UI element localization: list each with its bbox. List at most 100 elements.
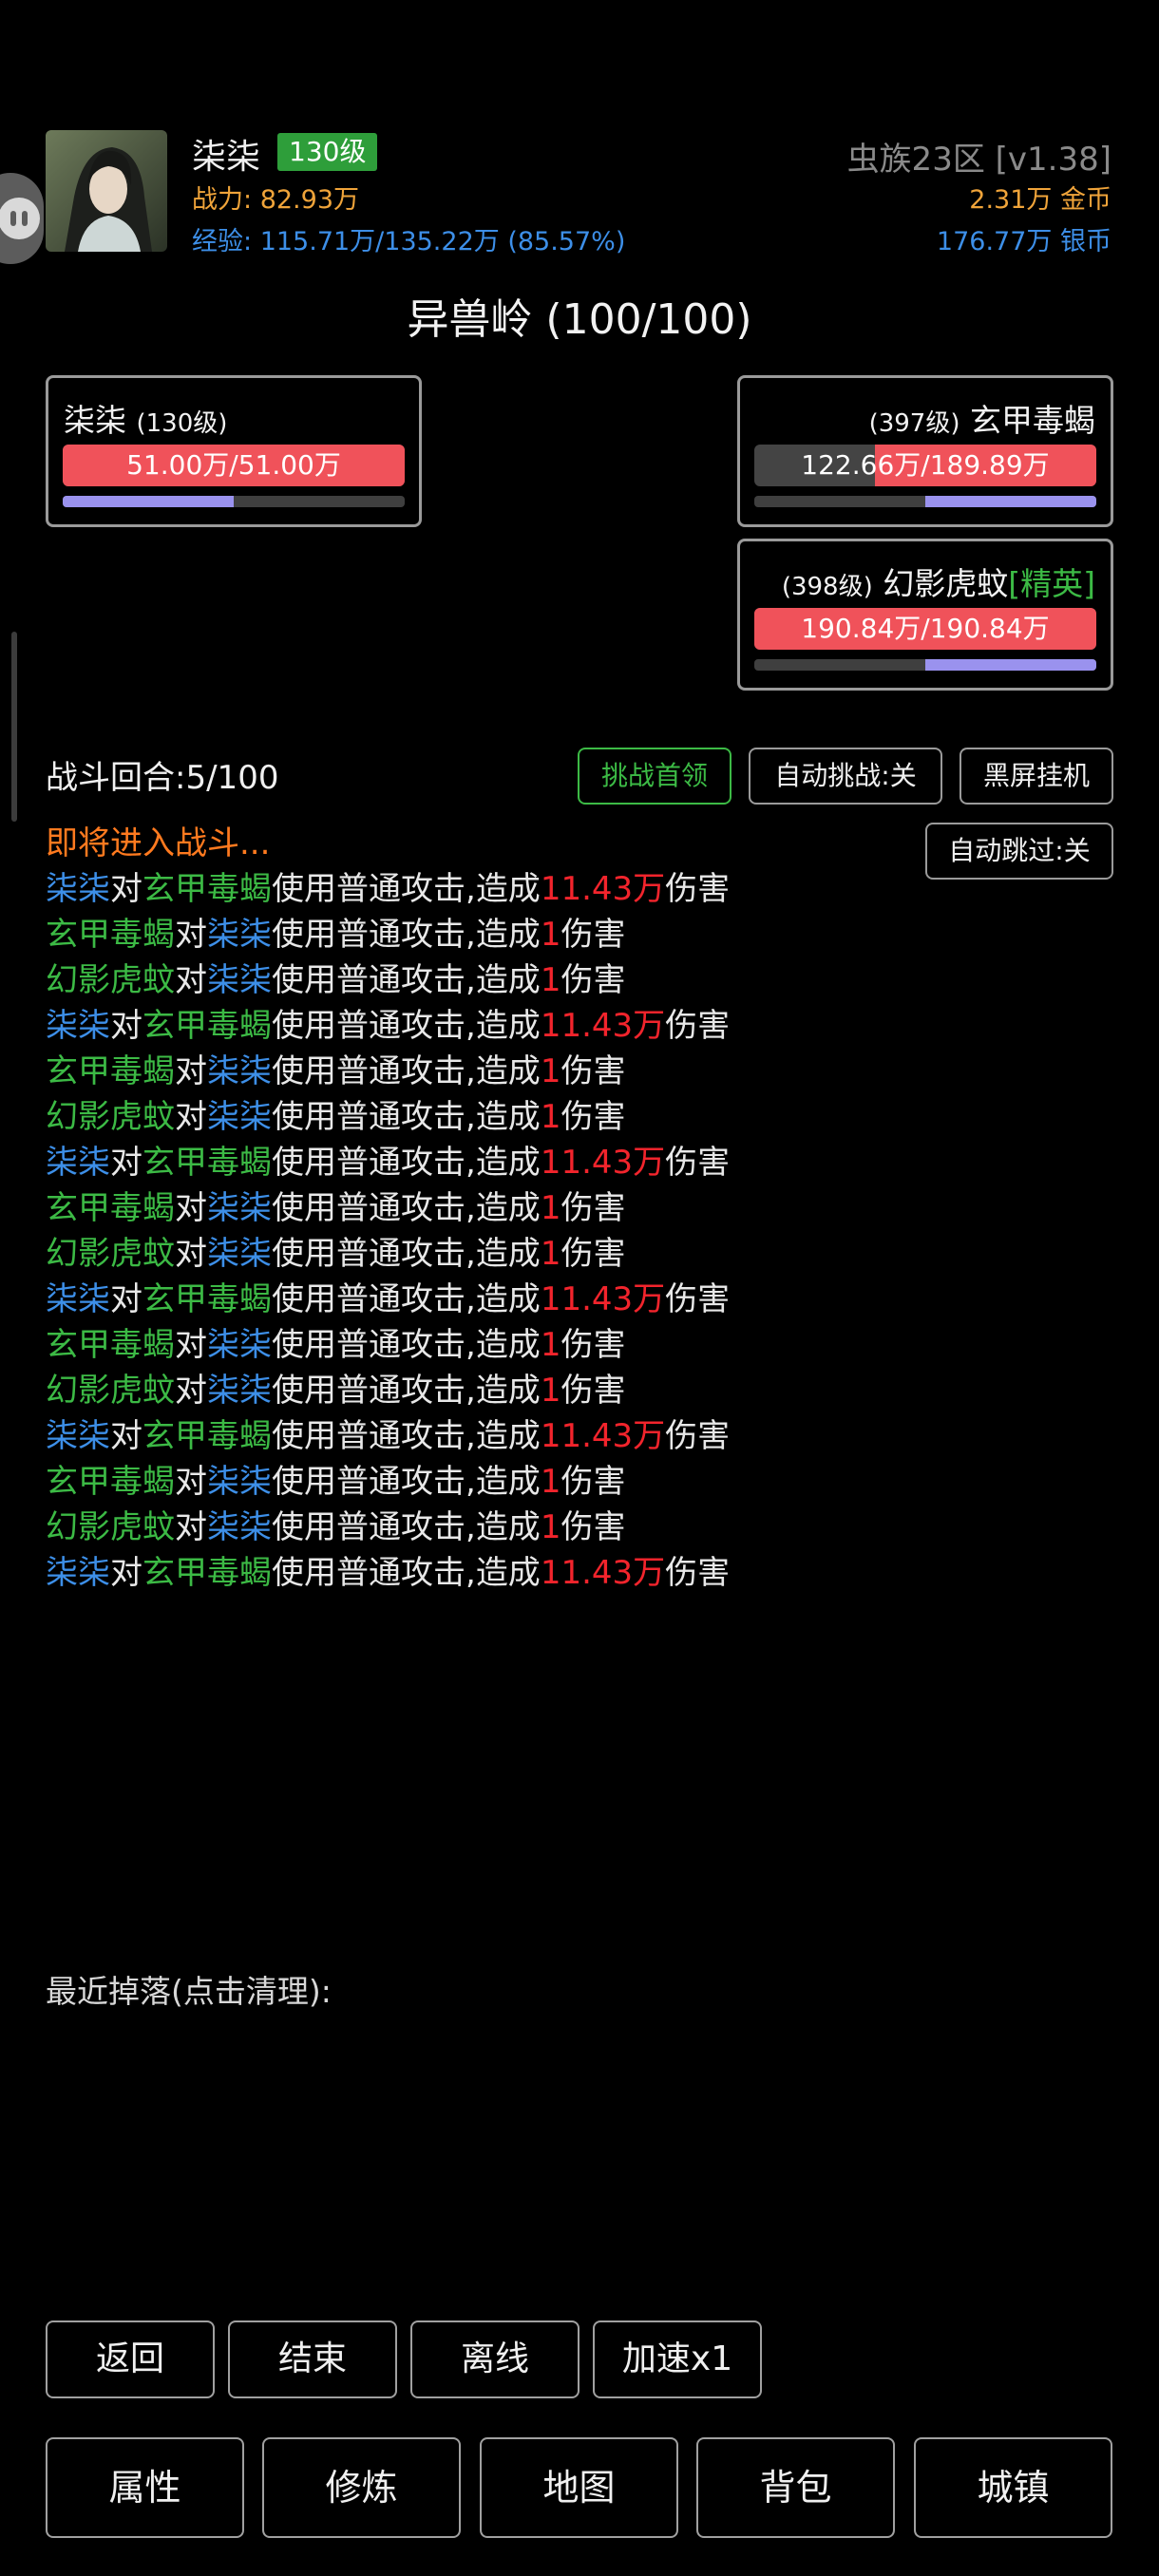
speed-button[interactable]: 加速x1 [593, 2320, 762, 2398]
attacker-name: 幻影虎蚊 [46, 961, 175, 999]
nav-bag-button[interactable]: 背包 [696, 2437, 895, 2538]
log-damage-text: 伤害 [560, 1326, 626, 1364]
player-unit-card[interactable]: 柒柒 (130级) 51.00万/51.00万 [46, 375, 422, 527]
attacker-name: 玄甲毒蝎 [46, 1189, 175, 1227]
target-name: 柒柒 [207, 1235, 272, 1273]
log-entry: 幻影虎蚊对柒柒使用普通攻击,造成1伤害 [46, 1505, 730, 1550]
log-damage-text: 伤害 [665, 1554, 731, 1592]
damage-value: 1 [540, 1098, 561, 1136]
log-damage-text: 伤害 [560, 1372, 626, 1410]
nav-town-button[interactable]: 城镇 [914, 2437, 1112, 2538]
log-deal-text: 造成 [475, 1144, 541, 1182]
log-to-text: 对 [175, 916, 207, 954]
attacker-name: 柒柒 [46, 1007, 110, 1045]
log-damage-text: 伤害 [560, 1463, 626, 1501]
log-entry: 玄甲毒蝎对柒柒使用普通攻击,造成1伤害 [46, 1049, 730, 1094]
enemy-2-name-text: 幻影虎蚊 [883, 565, 1009, 602]
log-action-text: 使用普通攻击, [272, 1463, 476, 1501]
battle-round: 战斗回合:5/100 [46, 751, 278, 798]
log-action-text: 使用普通攻击, [272, 1235, 476, 1273]
log-action-text: 使用普通攻击, [272, 1007, 476, 1045]
challenge-boss-button[interactable]: 挑战首领 [578, 748, 732, 805]
log-to-text: 对 [110, 1280, 142, 1318]
map-title: 异兽岭 (100/100) [407, 295, 752, 344]
log-action-text: 使用普通攻击, [272, 1189, 476, 1227]
floating-menu-handle[interactable] [0, 173, 44, 264]
enemy-unit-card-2[interactable]: (398级) 幻影虎蚊[精英] 190.84万/190.84万 [737, 539, 1113, 691]
log-to-text: 对 [110, 1554, 142, 1592]
log-action-text: 使用普通攻击, [272, 961, 476, 999]
log-action-text: 使用普通攻击, [272, 1144, 476, 1182]
auto-challenge-toggle[interactable]: 自动挑战:关 [749, 748, 942, 805]
scroll-indicator[interactable] [11, 632, 17, 822]
log-damage-text: 伤害 [560, 1098, 626, 1136]
log-deal-text: 造成 [475, 1508, 541, 1546]
experience: 经验: 115.71万/135.22万 (85.57%) [192, 220, 625, 257]
damage-value: 11.43万 [540, 1417, 666, 1455]
battle-round-label: 战斗回合: [46, 759, 186, 797]
log-action-text: 使用普通攻击, [272, 1280, 476, 1318]
attacker-name: 玄甲毒蝎 [46, 1052, 175, 1090]
log-action-text: 使用普通攻击, [272, 1417, 476, 1455]
log-entry: 幻影虎蚊对柒柒使用普通攻击,造成1伤害 [46, 957, 730, 1003]
damage-value: 1 [540, 1326, 561, 1364]
attacker-name: 柒柒 [46, 1554, 110, 1592]
enemy-1-hp-bar: 122.66万/189.89万 [754, 445, 1096, 486]
target-name: 柒柒 [207, 1189, 272, 1227]
auto-skip-toggle[interactable]: 自动跳过:关 [925, 823, 1113, 880]
combat-power-value: 82.93万 [259, 185, 359, 215]
avatar[interactable] [46, 130, 167, 252]
log-action-text: 使用普通攻击, [272, 1554, 476, 1592]
enemy-1-name: (397级) 玄甲毒蝎 [869, 395, 1095, 441]
target-name: 柒柒 [207, 1052, 272, 1090]
player-unit-name: 柒柒 (130级) [64, 395, 227, 441]
damage-value: 11.43万 [540, 1554, 666, 1592]
attacker-name: 柒柒 [46, 1280, 110, 1318]
log-deal-text: 造成 [475, 1189, 541, 1227]
log-entry: 柒柒对玄甲毒蝎使用普通攻击,造成11.43万伤害 [46, 1413, 730, 1459]
log-entry: 柒柒对玄甲毒蝎使用普通攻击,造成11.43万伤害 [46, 1003, 730, 1049]
log-damage-text: 伤害 [665, 870, 731, 908]
target-name: 玄甲毒蝎 [142, 1280, 272, 1318]
player-level-badge: 130级 [277, 133, 378, 171]
log-to-text: 对 [175, 1372, 207, 1410]
silver-value: 176.77万 [936, 227, 1053, 256]
nav-attributes-button[interactable]: 属性 [46, 2437, 244, 2538]
nav-cultivate-button[interactable]: 修炼 [262, 2437, 461, 2538]
log-damage-text: 伤害 [560, 1189, 626, 1227]
enemy-1-mp-bar [754, 496, 1096, 507]
damage-value: 11.43万 [540, 870, 666, 908]
enemy-unit-card-1[interactable]: (397级) 玄甲毒蝎 122.66万/189.89万 [737, 375, 1113, 527]
target-name: 柒柒 [207, 1326, 272, 1364]
experience-value: 115.71万/135.22万 (85.57%) [259, 227, 626, 256]
black-screen-idle-button[interactable]: 黑屏挂机 [960, 748, 1113, 805]
battle-entering-text: 即将进入战斗... [46, 824, 271, 862]
recent-drops-label[interactable]: 最近掉落(点击清理): [46, 1966, 332, 2012]
log-deal-text: 造成 [475, 1052, 541, 1090]
log-deal-text: 造成 [475, 1098, 541, 1136]
damage-value: 1 [540, 1189, 561, 1227]
log-deal-text: 造成 [475, 1007, 541, 1045]
target-name: 玄甲毒蝎 [142, 1007, 272, 1045]
damage-value: 11.43万 [540, 1144, 666, 1182]
end-battle-button[interactable]: 结束 [228, 2320, 397, 2398]
log-deal-text: 造成 [475, 1417, 541, 1455]
log-entry: 玄甲毒蝎对柒柒使用普通攻击,造成1伤害 [46, 1322, 730, 1368]
log-entry: 柒柒对玄甲毒蝎使用普通攻击,造成11.43万伤害 [46, 866, 730, 912]
target-name: 柒柒 [207, 1098, 272, 1136]
back-button[interactable]: 返回 [46, 2320, 215, 2398]
player-unit-level: (130级) [136, 409, 228, 438]
log-entry: 幻影虎蚊对柒柒使用普通攻击,造成1伤害 [46, 1231, 730, 1277]
player-name: 柒柒 [192, 138, 261, 177]
log-to-text: 对 [175, 1189, 207, 1227]
log-to-text: 对 [175, 1052, 207, 1090]
log-to-text: 对 [110, 1007, 142, 1045]
log-to-text: 对 [175, 1508, 207, 1546]
attacker-name: 幻影虎蚊 [46, 1372, 175, 1410]
target-name: 柒柒 [207, 961, 272, 999]
target-name: 玄甲毒蝎 [142, 1417, 272, 1455]
offline-button[interactable]: 离线 [410, 2320, 580, 2398]
enemy-2-hp-text: 190.84万/190.84万 [801, 613, 1050, 644]
nav-map-button[interactable]: 地图 [480, 2437, 678, 2538]
enemy-1-level: (397级) [868, 409, 960, 438]
